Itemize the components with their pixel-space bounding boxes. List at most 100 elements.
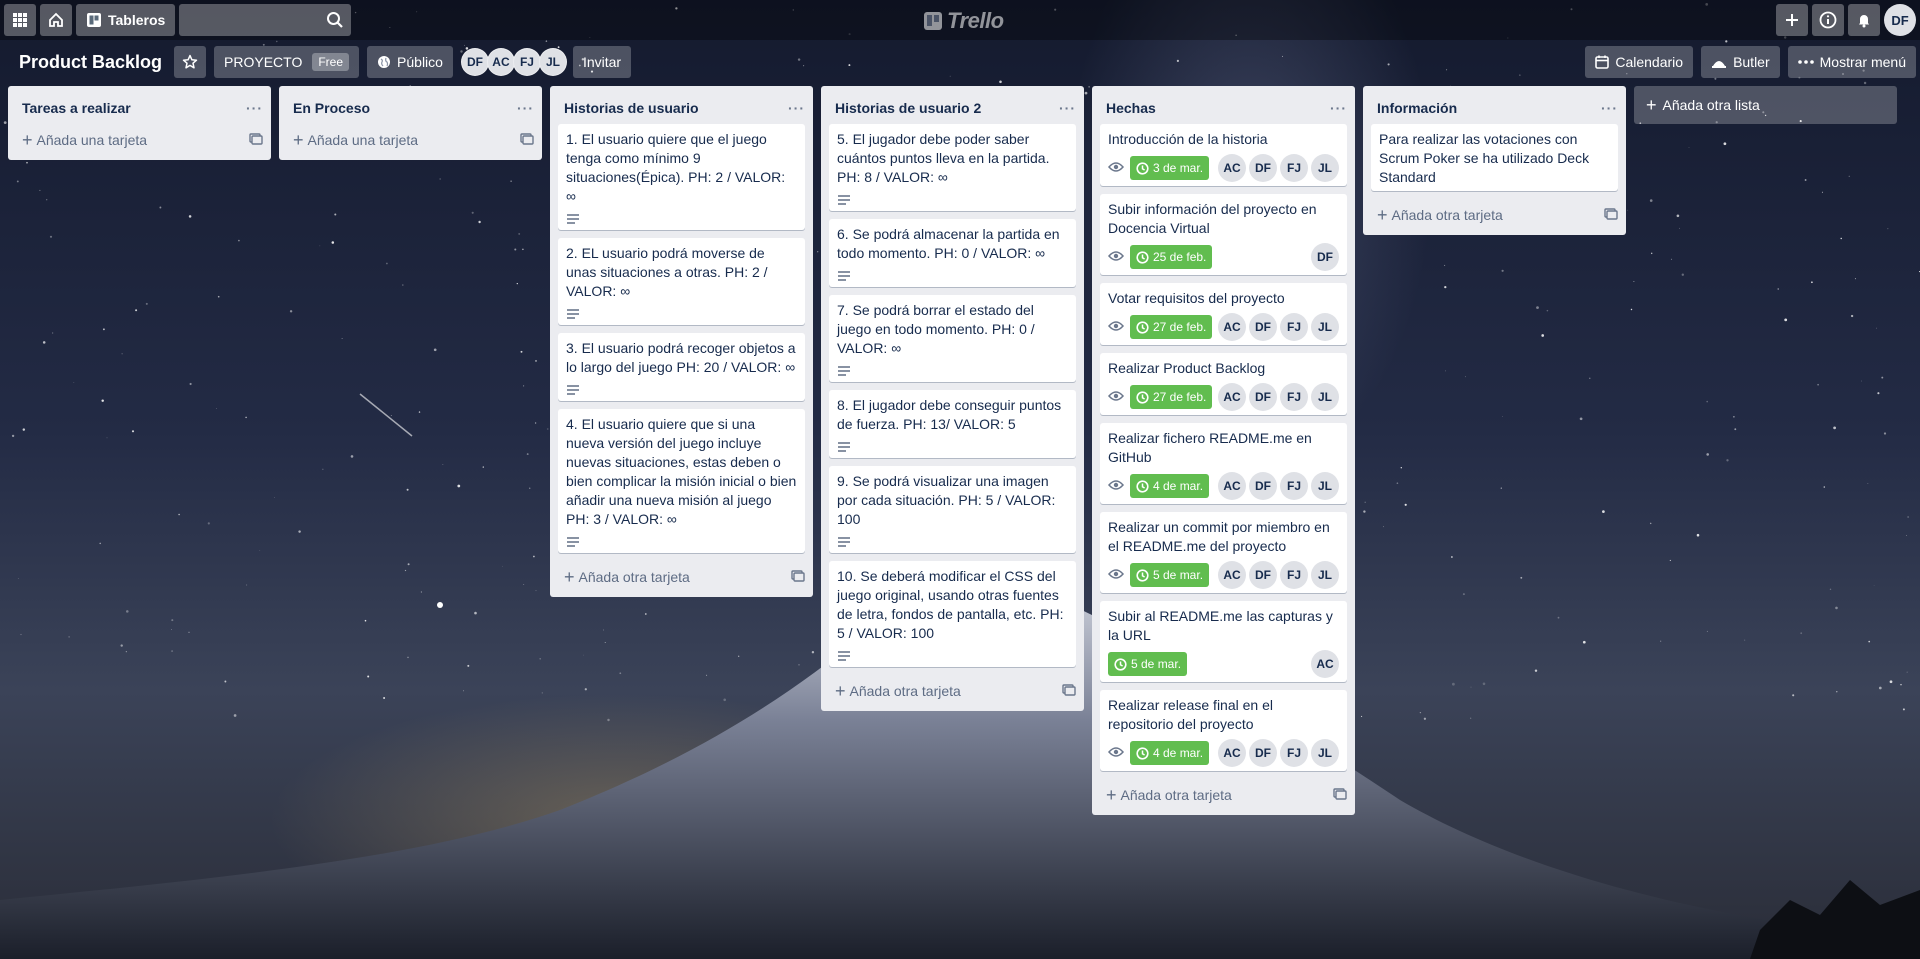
list-header[interactable]: Hechas ··· [1092,86,1355,124]
card-member-avatar[interactable]: AC [1218,383,1246,411]
list-header[interactable]: Información ··· [1363,86,1626,124]
add-card-button[interactable]: + Añada una tarjeta [8,124,271,156]
card[interactable]: Subir al README.me las capturas y la URL… [1100,601,1347,682]
create-from-template-button[interactable] [1333,787,1347,803]
card-member-avatar[interactable]: FJ [1280,313,1308,341]
card[interactable]: 5. El jugador debe poder saber cuántos p… [829,124,1076,211]
card-member-avatar[interactable]: FJ [1280,561,1308,589]
add-card-button[interactable]: + Añada otra tarjeta [1092,779,1355,811]
card-member-avatar[interactable]: DF [1311,243,1339,271]
invite-button[interactable]: Invitar [572,46,632,78]
due-date-badge[interactable]: 3 de mar. [1130,156,1210,180]
card-member-avatar[interactable]: FJ [1280,154,1308,182]
list-title[interactable]: Historias de usuario [564,100,699,116]
due-date-badge[interactable]: 27 de feb. [1130,385,1213,409]
card-member-avatar[interactable]: AC [1218,739,1246,767]
team-button[interactable]: PROYECTO Free [214,46,360,78]
card[interactable]: 1. El usuario quiere que el juego tenga … [558,124,805,230]
add-card-button[interactable]: + Añada otra tarjeta [1363,199,1626,231]
card[interactable]: Votar requisitos del proyecto 27 de feb. A… [1100,283,1347,345]
list-menu-icon[interactable]: ··· [1059,100,1076,116]
due-date-badge[interactable]: 5 de mar. [1108,652,1188,676]
search-input[interactable] [179,4,352,36]
card-member-avatar[interactable]: FJ [1280,739,1308,767]
card-member-avatar[interactable]: JL [1311,739,1339,767]
list-header[interactable]: Historias de usuario 2 ··· [821,86,1084,124]
card[interactable]: Realizar Product Backlog 27 de feb. AC DF FJ… [1100,353,1347,415]
apps-icon[interactable] [4,4,36,36]
list-menu-icon[interactable]: ··· [246,100,263,116]
card[interactable]: 8. El jugador debe conseguir puntos de f… [829,390,1076,458]
info-button[interactable] [1812,4,1844,36]
home-button[interactable] [40,4,72,36]
show-menu-button[interactable]: Mostrar menú [1787,46,1916,78]
butler-button[interactable]: Butler [1701,46,1780,78]
list-title[interactable]: Tareas a realizar [22,100,131,116]
notifications-button[interactable] [1848,4,1880,36]
card[interactable]: Realizar fichero README.me en GitHub 4 de… [1100,423,1347,504]
list-title[interactable]: En Proceso [293,100,370,116]
boards-button[interactable]: Tableros [76,4,176,36]
card-member-avatar[interactable]: DF [1249,154,1277,182]
create-from-template-button[interactable] [1604,207,1618,223]
card[interactable]: 6. Se podrá almacenar la partida en todo… [829,219,1076,287]
card[interactable]: Realizar un commit por miembro en el REA… [1100,512,1347,593]
card-member-avatar[interactable]: DF [1249,313,1277,341]
create-from-template-button[interactable] [249,132,263,148]
user-avatar[interactable]: DF [1884,4,1916,36]
card-member-avatar[interactable]: AC [1218,561,1246,589]
card-member-avatar[interactable]: AC [1218,472,1246,500]
trello-logo[interactable]: Trello [924,8,1004,34]
board-title[interactable]: Product Backlog [8,52,174,73]
add-list-button[interactable]: + Añada otra lista [1634,86,1897,124]
card-member-avatar[interactable]: AC [1218,313,1246,341]
card-member-avatar[interactable]: AC [1218,154,1246,182]
card[interactable]: Para realizar las votaciones con Scrum P… [1371,124,1618,191]
list-title[interactable]: Hechas [1106,100,1156,116]
due-date-badge[interactable]: 4 de mar. [1130,474,1210,498]
card-member-avatar[interactable]: JL [1311,383,1339,411]
member-avatar[interactable]: FJ [512,48,541,76]
card-member-avatar[interactable]: DF [1249,739,1277,767]
create-button[interactable] [1776,4,1808,36]
card[interactable]: 10. Se deberá modificar el CSS del juego… [829,561,1076,667]
visibility-button[interactable]: Público [367,46,453,78]
card-member-avatar[interactable]: JL [1311,561,1339,589]
card-member-avatar[interactable]: DF [1249,472,1277,500]
create-from-template-button[interactable] [1062,683,1076,699]
create-from-template-button[interactable] [520,132,534,148]
add-card-button[interactable]: + Añada otra tarjeta [550,561,813,593]
card[interactable]: Subir información del proyecto en Docenc… [1100,194,1347,275]
card[interactable]: 3. El usuario podrá recoger objetos a lo… [558,333,805,401]
card-member-avatar[interactable]: DF [1249,383,1277,411]
member-avatar[interactable]: JL [538,48,567,76]
list-menu-icon[interactable]: ··· [1601,100,1618,116]
card-member-avatar[interactable]: DF [1249,561,1277,589]
card[interactable]: Realizar release final en el repositorio… [1100,690,1347,771]
member-avatar[interactable]: DF [460,48,489,76]
member-avatar[interactable]: AC [486,48,515,76]
list-header[interactable]: Tareas a realizar ··· [8,86,271,124]
list-menu-icon[interactable]: ··· [788,100,805,116]
card[interactable]: Introducción de la historia 3 de mar. AC DF… [1100,124,1347,186]
card[interactable]: 4. El usuario quiere que si una nueva ve… [558,409,805,553]
card[interactable]: 7. Se podrá borrar el estado del juego e… [829,295,1076,382]
card-member-avatar[interactable]: JL [1311,154,1339,182]
card[interactable]: 9. Se podrá visualizar una imagen por ca… [829,466,1076,553]
list-menu-icon[interactable]: ··· [517,100,534,116]
list-header[interactable]: Historias de usuario ··· [550,86,813,124]
card-member-avatar[interactable]: FJ [1280,472,1308,500]
list-menu-icon[interactable]: ··· [1330,100,1347,116]
add-card-button[interactable]: + Añada otra tarjeta [821,675,1084,707]
due-date-badge[interactable]: 5 de mar. [1130,563,1210,587]
search-icon[interactable] [326,11,344,29]
due-date-badge[interactable]: 27 de feb. [1130,315,1213,339]
card-member-avatar[interactable]: FJ [1280,383,1308,411]
due-date-badge[interactable]: 25 de feb. [1130,245,1213,269]
add-card-button[interactable]: + Añada una tarjeta [279,124,542,156]
create-from-template-button[interactable] [791,569,805,585]
list-header[interactable]: En Proceso ··· [279,86,542,124]
card-member-avatar[interactable]: AC [1311,650,1339,678]
star-button[interactable] [174,46,207,78]
due-date-badge[interactable]: 4 de mar. [1130,741,1210,765]
